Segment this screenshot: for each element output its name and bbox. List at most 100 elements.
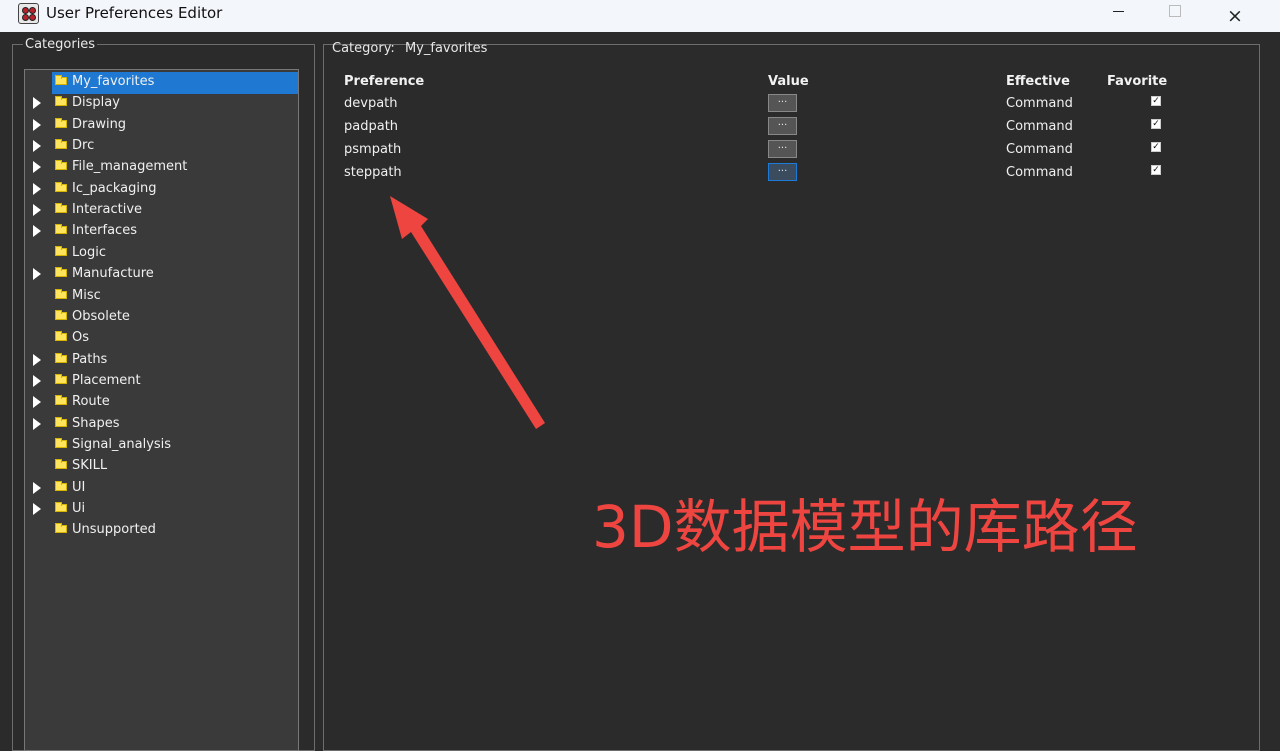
tree-item-my-favorites[interactable]: My_favorites: [25, 71, 298, 94]
expand-arrow-icon[interactable]: [33, 204, 41, 217]
tree-item-label: UI: [72, 479, 86, 495]
app-icon: [18, 3, 39, 24]
folder-icon: [55, 245, 67, 256]
close-button[interactable]: ×: [1205, 0, 1265, 32]
preference-row: psmpath... Command ✓: [343, 139, 1203, 162]
tree-item-label: Shapes: [72, 415, 120, 431]
value-header: Value: [768, 74, 809, 89]
tree-item-label: Manufacture: [72, 266, 154, 282]
expand-arrow-icon[interactable]: [33, 140, 41, 153]
expand-arrow-icon[interactable]: [33, 353, 41, 366]
category-value: My_favorites: [404, 41, 488, 56]
maximize-icon: [1169, 5, 1181, 17]
tree-item-label: Ui: [72, 501, 86, 516]
tree-item-interfaces[interactable]: Interfaces: [25, 220, 298, 241]
favorite-checkbox[interactable]: ✓: [1151, 96, 1161, 106]
tree-item-misc[interactable]: Misc: [25, 285, 298, 306]
folder-icon: [55, 459, 67, 470]
tree-item-drawing[interactable]: Drawing: [25, 114, 298, 135]
tree-item-label: File_management: [72, 159, 188, 175]
expand-arrow-icon[interactable]: [33, 182, 41, 195]
category-label: Category:: [332, 41, 395, 56]
category-heading: Category: My_favorites: [332, 41, 487, 56]
tree-item-unsupported[interactable]: Unsupported: [25, 519, 298, 540]
folder-icon: [55, 395, 67, 406]
tree-item-interactive[interactable]: Interactive: [25, 199, 298, 220]
tree-item-label: Placement: [72, 372, 141, 388]
folder-icon: [55, 523, 67, 534]
categories-tree[interactable]: My_favorites Display Drawing Drc File_manage…: [24, 69, 299, 751]
preference-header: Preference: [344, 74, 425, 89]
tree-item-drc[interactable]: Drc: [25, 135, 298, 156]
effective-value: Command: [1006, 119, 1073, 134]
favorite-checkbox[interactable]: ✓: [1151, 119, 1161, 129]
minimize-button[interactable]: [1088, 0, 1148, 32]
effective-value: Command: [1006, 142, 1073, 157]
preference-row: devpath... Command ✓: [343, 93, 1203, 116]
effective-value: Command: [1006, 96, 1073, 111]
tree-item-paths[interactable]: Paths: [25, 349, 298, 370]
tree-item-file-management[interactable]: File_management: [25, 156, 298, 177]
tree-item-skill[interactable]: SKILL: [25, 455, 298, 476]
folder-icon: [55, 181, 67, 192]
preference-name: devpath: [344, 96, 398, 111]
folder-icon: [55, 480, 67, 491]
tree-item-label: Interactive: [72, 202, 143, 218]
value-browse-button[interactable]: ...: [768, 117, 797, 135]
folder-icon: [55, 331, 67, 342]
effective-value: Command: [1006, 165, 1073, 180]
tree-item-label: Logic: [72, 244, 106, 260]
folder-icon: [55, 224, 67, 235]
tree-item-manufacture[interactable]: Manufacture: [25, 263, 298, 284]
expand-arrow-icon[interactable]: [33, 118, 41, 131]
expand-arrow-icon[interactable]: [33, 374, 41, 387]
expand-arrow-icon[interactable]: [33, 396, 41, 409]
tree-item-label: Misc: [72, 287, 101, 303]
value-browse-button[interactable]: ...: [768, 163, 797, 181]
tree-item-placement[interactable]: Placement: [25, 370, 298, 391]
tree-item-label: Ic_packaging: [72, 180, 157, 196]
expand-arrow-icon[interactable]: [33, 268, 41, 281]
expand-arrow-icon[interactable]: [33, 161, 41, 174]
tree-item-label: Paths: [72, 351, 108, 367]
expand-arrow-icon[interactable]: [33, 225, 41, 238]
tree-item-os[interactable]: Os: [25, 327, 298, 348]
preference-name: psmpath: [344, 142, 402, 157]
expand-arrow-icon[interactable]: [33, 97, 41, 110]
value-browse-button[interactable]: ...: [768, 140, 797, 158]
folder-icon: [55, 75, 67, 85]
tree-item-ic-packaging[interactable]: Ic_packaging: [25, 178, 298, 199]
folder-icon: [55, 437, 67, 448]
expand-arrow-icon[interactable]: [33, 503, 41, 515]
folder-icon: [55, 502, 67, 512]
folder-icon: [55, 288, 67, 299]
tree-item-route[interactable]: Route: [25, 391, 298, 412]
title-bar: User Preferences Editor ×: [0, 0, 1280, 32]
folder-icon: [55, 416, 67, 427]
effective-header: Effective: [1006, 74, 1070, 89]
tree-item-logic[interactable]: Logic: [25, 242, 298, 263]
tree-item-label: Os: [72, 330, 90, 346]
folder-icon: [55, 117, 67, 128]
tree-item-display[interactable]: Display: [25, 92, 298, 113]
tree-item-label: Drc: [72, 138, 95, 154]
minimize-icon: [1112, 10, 1124, 12]
red-arrow-annotation: [390, 196, 545, 429]
expand-arrow-icon[interactable]: [33, 417, 41, 430]
favorite-checkbox[interactable]: ✓: [1151, 142, 1161, 152]
tree-item-signal-analysis[interactable]: Signal_analysis: [25, 434, 298, 455]
tree-item-label: Route: [72, 394, 110, 410]
tree-item-ui[interactable]: Ui: [25, 498, 298, 519]
preference-name: steppath: [344, 165, 402, 180]
tree-item-ui[interactable]: UI: [25, 477, 298, 498]
tree-item-shapes[interactable]: Shapes: [25, 413, 298, 434]
annotation-text: 3D数据模型的库路径: [592, 493, 1138, 561]
maximize-button[interactable]: [1145, 0, 1205, 32]
expand-arrow-icon[interactable]: [33, 481, 41, 494]
favorite-checkbox[interactable]: ✓: [1151, 165, 1161, 175]
tree-item-obsolete[interactable]: Obsolete: [25, 306, 298, 327]
value-browse-button[interactable]: ...: [768, 94, 797, 112]
tree-item-label: Signal_analysis: [72, 436, 172, 452]
folder-icon: [55, 309, 67, 320]
preference-row: padpath... Command ✓: [343, 116, 1203, 139]
